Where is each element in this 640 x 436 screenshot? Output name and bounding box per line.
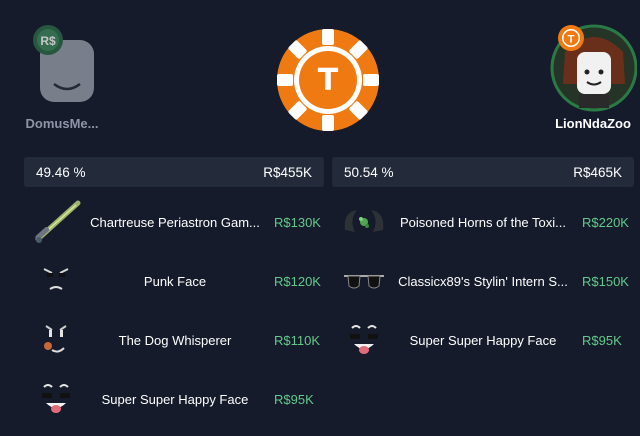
right-item-name: Classicx89's Stylin' Intern S... [398,273,568,289]
right-item[interactable]: Poisoned Horns of the Toxi... R$220K [334,202,634,242]
player-left[interactable]: R$ DomusMe... [12,22,112,131]
player-right-name: LionNdaZoo [555,116,631,131]
player-left-stake-bar: 49.46 % R$455K [24,157,324,187]
left-item-value: R$130K [274,214,321,230]
left-item-value: R$95K [274,391,314,407]
left-item-value: R$110K [274,332,321,348]
right-item[interactable]: Super Super Happy Face R$95K [334,320,634,360]
happy-face-icon [26,374,86,424]
player-left-percent: 49.46 % [36,164,86,180]
horns-icon [334,197,394,247]
sword-icon [26,197,86,247]
dog-whisperer-face-icon [26,315,86,365]
right-item-value: R$220K [582,214,629,230]
right-item-value: R$150K [582,273,629,289]
robux-badge-icon: R$ [33,25,63,55]
player-left-name: DomusMe... [25,116,99,131]
punk-face-icon [26,256,86,306]
player-right-percent: 50.54 % [344,164,394,180]
left-item[interactable]: Punk Face R$120K [26,261,326,301]
happy-face-icon [334,315,394,365]
left-item-name: Chartreuse Periastron Gam... [90,214,260,230]
left-item-name: Super Super Happy Face [101,391,249,407]
center-token-chip: T [275,27,381,133]
right-item[interactable]: Classicx89's Stylin' Intern S... R$150K [334,261,634,301]
right-item-value: R$95K [582,332,622,348]
player-right-stake-bar: 50.54 % R$465K [332,157,634,187]
left-item[interactable]: Super Super Happy Face R$95K [26,379,326,419]
token-chip-icon: T [277,29,379,131]
left-item-value: R$120K [274,273,321,289]
left-item-name: Punk Face [143,273,207,289]
token-badge-icon: T [558,25,584,51]
player-right-avatar: T [549,22,638,114]
svg-text:T: T [318,63,339,98]
right-item-name: Super Super Happy Face [409,332,557,348]
left-item[interactable]: The Dog Whisperer R$110K [26,320,326,360]
right-item-name: Poisoned Horns of the Toxi... [400,214,566,230]
player-left-avatar: R$ [26,22,98,114]
svg-text:T: T [568,34,575,46]
player-right[interactable]: T LionNdaZoo [544,22,640,131]
svg-text:R$: R$ [40,34,56,48]
left-item-name: The Dog Whisperer [118,332,232,348]
left-item[interactable]: Chartreuse Periastron Gam... R$130K [26,200,326,243]
player-right-total: R$465K [573,164,622,180]
sunglasses-icon [334,256,394,306]
player-left-total: R$455K [263,164,312,180]
